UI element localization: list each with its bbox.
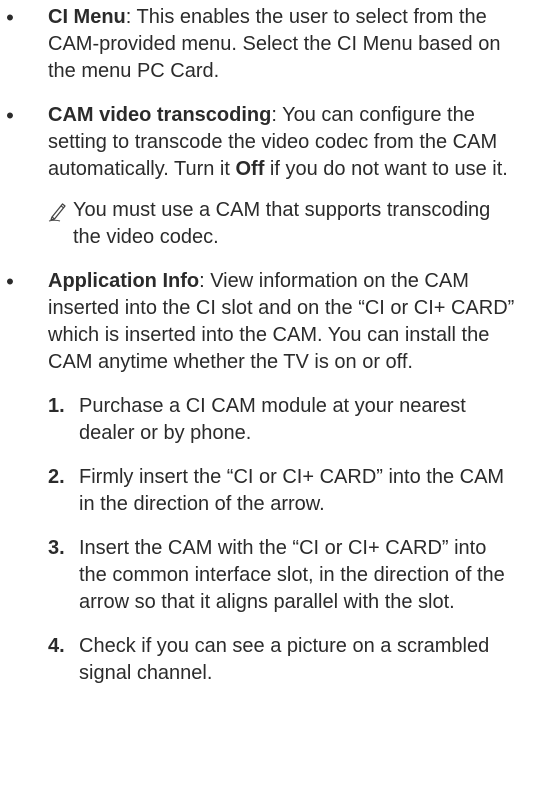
- bullet-dot: •: [6, 103, 14, 128]
- term-cam-video-transcoding: CAM video transcoding: [48, 104, 272, 126]
- description-cam-video-transcoding-part2: if you do not want to use it.: [264, 158, 508, 180]
- settings-bullet-list: • CI Menu: This enables the user to sele…: [0, 4, 518, 687]
- step-text: Firmly insert the “CI or CI+ CARD” into …: [79, 466, 505, 515]
- step-item: 4. Check if you can see a picture on a s…: [48, 633, 518, 687]
- step-item: 2. Firmly insert the “CI or CI+ CARD” in…: [48, 464, 518, 518]
- term-application-info: Application Info: [48, 270, 200, 292]
- step-number: 4.: [48, 635, 65, 657]
- step-text: Purchase a CI CAM module at your nearest…: [79, 395, 466, 444]
- manual-page: • CI Menu: This enables the user to sele…: [0, 0, 536, 794]
- pencil-note-icon: [48, 203, 66, 222]
- step-item: 1. Purchase a CI CAM module at your near…: [48, 393, 518, 447]
- step-number: 1.: [48, 395, 65, 417]
- bullet-dot: •: [6, 269, 14, 294]
- step-number: 2.: [48, 466, 65, 488]
- step-text: Check if you can see a picture on a scra…: [79, 635, 490, 684]
- bullet-dot: •: [6, 5, 14, 30]
- step-text: Insert the CAM with the “CI or CI+ CARD”…: [79, 537, 505, 613]
- off-keyword: Off: [235, 158, 265, 180]
- bullet-item-application-info: • Application Info: View information on …: [0, 268, 518, 687]
- term-ci-menu: CI Menu: [48, 6, 126, 28]
- step-item: 3. Insert the CAM with the “CI or CI+ CA…: [48, 535, 518, 616]
- installation-steps: 1. Purchase a CI CAM module at your near…: [48, 393, 518, 687]
- step-number: 3.: [48, 537, 65, 559]
- bullet-item-ci-menu: • CI Menu: This enables the user to sele…: [0, 4, 518, 85]
- note-text: You must use a CAM that supports transco…: [73, 199, 491, 248]
- note-transcoding: You must use a CAM that supports transco…: [48, 197, 518, 251]
- bullet-item-cam-video-transcoding: • CAM video transcoding: You can configu…: [0, 102, 518, 251]
